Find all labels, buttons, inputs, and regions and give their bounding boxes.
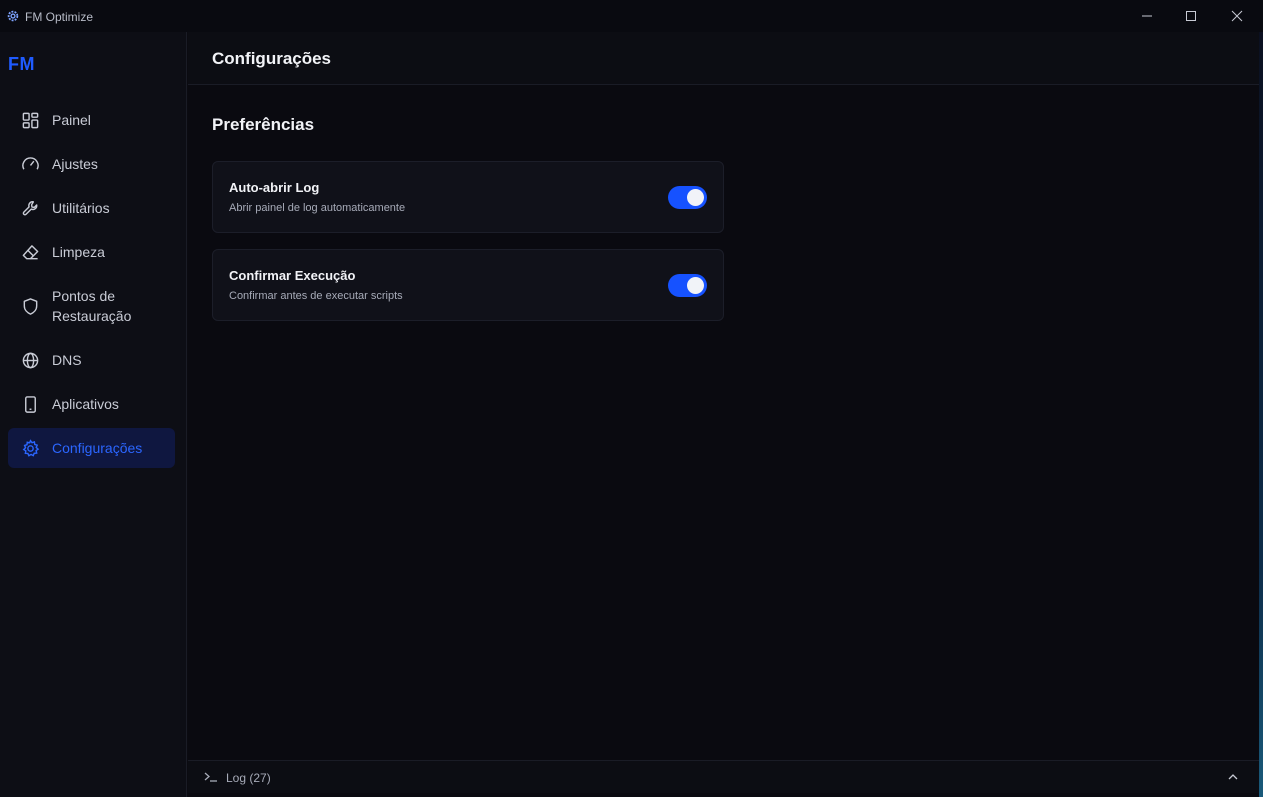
sidebar-item-label: Ajustes: [52, 156, 98, 172]
terminal-icon: [204, 772, 217, 782]
sidebar-item-painel[interactable]: Painel: [8, 108, 175, 132]
sidebar-item-limpeza[interactable]: Limpeza: [8, 240, 175, 264]
app-logo: FM: [8, 54, 35, 74]
gauge-icon: [20, 154, 40, 174]
gear-icon: [20, 438, 40, 458]
setting-description: Abrir painel de log automaticamente: [229, 202, 406, 214]
sidebar-item-label-line2: Restauração: [52, 308, 132, 324]
section-title: Preferências: [212, 115, 315, 134]
main-content: Configurações Preferências Auto-abrir Lo…: [188, 32, 1263, 797]
maximize-button[interactable]: [1168, 0, 1214, 32]
sidebar-item-pontos-de-restauracao[interactable]: Pontos de Restauração: [8, 286, 175, 328]
auto-open-log-toggle[interactable]: [668, 186, 707, 209]
app-window: FM Optimize FM Painel Ajustes Utilitário…: [0, 0, 1263, 797]
log-panel-bar[interactable]: Log (27): [188, 760, 1259, 793]
sidebar-item-dns[interactable]: DNS: [8, 348, 175, 372]
eraser-icon: [20, 242, 40, 262]
setting-description: Confirmar antes de executar scripts: [229, 290, 403, 302]
minimize-icon: [1142, 15, 1152, 17]
confirm-execution-toggle[interactable]: [668, 274, 707, 297]
toggle-knob: [687, 277, 704, 294]
globe-icon: [20, 350, 40, 370]
sidebar-item-label: Pontos de Restauração: [52, 286, 131, 326]
window-title: FM Optimize: [25, 10, 94, 24]
close-button[interactable]: [1214, 0, 1260, 32]
title-bar: FM Optimize: [0, 0, 1263, 32]
chevron-up-icon[interactable]: [1227, 772, 1239, 782]
setting-title: Confirmar Execução: [229, 268, 356, 283]
sidebar-item-label: Aplicativos: [52, 396, 119, 412]
grid-icon: [20, 110, 40, 130]
wrench-icon: [20, 198, 40, 218]
app-gear-icon: [7, 10, 19, 22]
sidebar-item-label-line1: Pontos de: [52, 288, 116, 304]
minimize-button[interactable]: [1124, 0, 1170, 32]
toggle-knob: [687, 189, 704, 206]
maximize-icon: [1186, 11, 1196, 21]
sidebar-item-ajustes[interactable]: Ajustes: [8, 152, 175, 176]
sidebar: FM Painel Ajustes Utilitários Limpeza Po…: [0, 32, 187, 797]
page-title: Configurações: [212, 49, 332, 68]
setting-card-auto-open-log: Auto-abrir Log Abrir painel de log autom…: [212, 161, 724, 233]
setting-title: Auto-abrir Log: [229, 180, 320, 195]
log-label: Log (27): [226, 771, 271, 785]
sidebar-item-utilitarios[interactable]: Utilitários: [8, 196, 175, 220]
sidebar-item-label: Painel: [52, 112, 91, 128]
window-edge-glow: [1259, 32, 1263, 797]
sidebar-item-aplicativos[interactable]: Aplicativos: [8, 392, 175, 416]
sidebar-item-label: Utilitários: [52, 200, 110, 216]
sidebar-item-label: DNS: [52, 352, 82, 368]
phone-icon: [20, 394, 40, 414]
sidebar-item-label: Limpeza: [52, 244, 105, 260]
setting-card-confirm-execution: Confirmar Execução Confirmar antes de ex…: [212, 249, 724, 321]
sidebar-item-configuracoes[interactable]: Configurações: [8, 428, 175, 468]
page-header: Configurações: [188, 32, 1259, 85]
shield-icon: [20, 296, 40, 316]
sidebar-item-label: Configurações: [52, 440, 143, 456]
close-icon: [1231, 10, 1243, 22]
